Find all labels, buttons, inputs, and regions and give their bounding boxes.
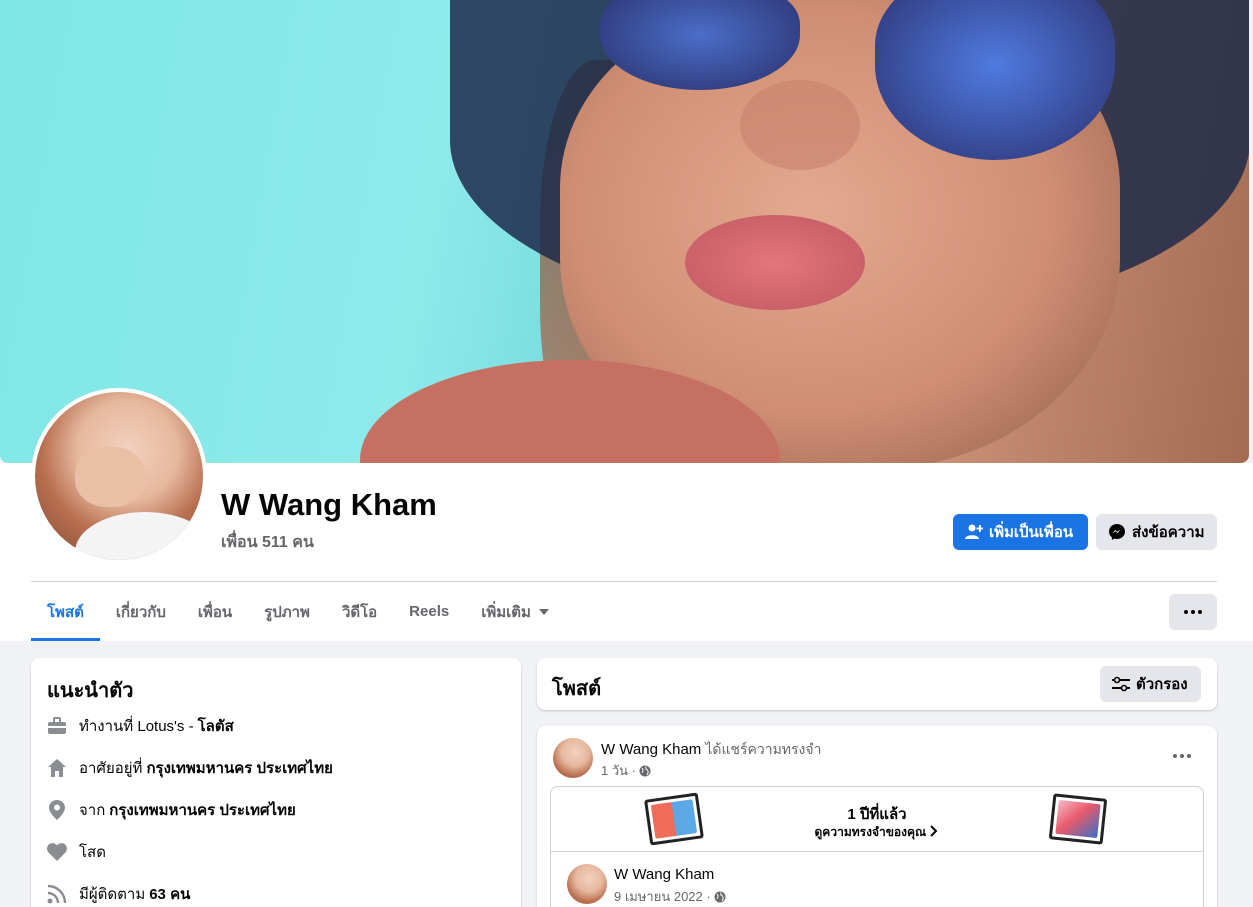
post-card: W Wang Kham ได้แชร์ความทรงจำ 1 วัน · 1 ปี… (537, 726, 1217, 907)
home-icon (47, 758, 67, 778)
tab-photos-label: รูปภาพ (264, 603, 310, 621)
tab-more[interactable]: เพิ่มเติม (465, 582, 565, 641)
tab-videos[interactable]: วิดีโอ (326, 582, 393, 641)
caret-down-icon (538, 608, 549, 615)
briefcase-icon (47, 716, 67, 736)
inner-post-meta: 9 เมษายน 2022 · (614, 886, 726, 907)
rss-followers-icon (47, 884, 67, 904)
intro-relationship: โสด (47, 840, 106, 864)
tab-reels-label: Reels (409, 603, 450, 620)
inner-post-avatar[interactable] (567, 864, 607, 904)
messenger-icon (1109, 524, 1125, 540)
message-button[interactable]: ส่งข้อความ (1096, 514, 1217, 550)
location-pin-icon (47, 800, 67, 820)
intro-work-link[interactable]: โลตัส (198, 714, 234, 738)
tab-posts[interactable]: โพสต์ (31, 582, 100, 641)
ellipsis-dot (1198, 610, 1202, 614)
message-label: ส่งข้อความ (1132, 524, 1205, 541)
tab-photos[interactable]: รูปภาพ (248, 582, 326, 641)
add-friend-icon (965, 524, 983, 539)
cover-photo[interactable] (0, 0, 1249, 463)
ellipsis-icon (1173, 754, 1177, 758)
post-action: ได้แชร์ความทรงจำ (705, 741, 822, 757)
ellipsis-dot (1191, 610, 1195, 614)
cover-nose (740, 80, 860, 170)
globe-icon (714, 891, 726, 902)
tab-more-label: เพิ่มเติม (481, 603, 531, 621)
filter-label: ตัวกรอง (1136, 676, 1188, 693)
intro-followers-text: มีผู้ติดตาม (79, 886, 146, 903)
tab-reels[interactable]: Reels (393, 582, 465, 641)
post-options-button[interactable] (1167, 744, 1197, 768)
intro-work-text: ทำงานที่ Lotus's - (79, 718, 194, 735)
intro-relationship-text: โสด (79, 844, 106, 861)
intro-from-link[interactable]: กรุงเทพมหานคร ประเทศไทย (109, 798, 295, 822)
profile-tabs: โพสต์ เกี่ยวกับ เพื่อน รูปภาพ วิดีโอ Ree… (31, 582, 565, 641)
memory-box: 1 ปีที่แล้ว ดูความทรงจำของคุณ W Wang Kha… (550, 786, 1204, 907)
more-options-button[interactable] (1169, 594, 1217, 630)
inner-post-author-name[interactable]: W Wang Kham (614, 866, 714, 883)
post-time[interactable]: 1 วัน · (601, 760, 636, 781)
avatar-shirt (75, 512, 203, 560)
intro-title: แนะนำตัว (47, 680, 134, 702)
heart-icon (47, 842, 67, 862)
ellipsis-dot (1180, 754, 1184, 758)
intro-lives: อาศัยอยู่ที่ กรุงเทพมหานคร ประเทศไทย (47, 756, 333, 780)
filter-sliders-icon (1112, 676, 1130, 692)
tab-videos-label: วิดีโอ (341, 603, 378, 621)
posts-header-card: โพสต์ ตัวกรอง (537, 658, 1217, 710)
tab-friends-label: เพื่อน (197, 603, 233, 621)
memory-link-label: ดูความทรงจำของคุณ (814, 825, 927, 839)
intro-followers: มีผู้ติดตาม 63 คน (47, 882, 190, 906)
tab-about[interactable]: เกี่ยวกับ (100, 582, 182, 641)
add-friend-label: เพิ่มเป็นเพื่อน (989, 524, 1074, 541)
inner-post-date[interactable]: 9 เมษายน 2022 · (614, 886, 711, 907)
tab-friends[interactable]: เพื่อน (182, 582, 248, 641)
intro-lives-text: อาศัยอยู่ที่ (79, 760, 143, 777)
avatar-hand (75, 447, 145, 507)
intro-lives-link[interactable]: กรุงเทพมหานคร ประเทศไทย (146, 756, 332, 780)
add-friend-button[interactable]: เพิ่มเป็นเพื่อน (953, 514, 1088, 550)
friends-count[interactable]: เพื่อน 511 คน (221, 530, 314, 555)
ellipsis-dot (1187, 754, 1191, 758)
chevron-right-icon (930, 825, 938, 837)
intro-followers-link[interactable]: 63 คน (149, 882, 190, 906)
inner-post-author: W Wang Kham (614, 866, 714, 883)
intro-card: แนะนำตัว ทำงานที่ Lotus's - โลตัส อาศัยอย… (31, 658, 521, 907)
cover-lips (685, 215, 865, 310)
post-header-line: W Wang Kham ได้แชร์ความทรงจำ (601, 739, 821, 761)
profile-avatar[interactable] (31, 388, 207, 564)
post-author-name[interactable]: W Wang Kham (601, 741, 701, 758)
intro-from-text: จาก (79, 802, 106, 819)
filter-button[interactable]: ตัวกรอง (1100, 666, 1201, 702)
globe-icon (639, 765, 651, 776)
ellipsis-icon (1184, 610, 1188, 614)
post-meta: 1 วัน · (601, 760, 651, 781)
tab-about-label: เกี่ยวกับ (115, 603, 166, 621)
post-author-avatar[interactable] (553, 738, 593, 778)
memory-link[interactable]: ดูความทรงจำของคุณ (551, 823, 1203, 842)
memory-banner[interactable]: 1 ปีที่แล้ว ดูความทรงจำของคุณ (551, 787, 1203, 852)
tab-posts-label: โพสต์ (47, 603, 84, 621)
intro-from: จาก กรุงเทพมหานคร ประเทศไทย (47, 798, 296, 822)
posts-title: โพสต์ (552, 678, 602, 700)
intro-work: ทำงานที่ Lotus's - โลตัส (47, 714, 234, 738)
profile-name: W Wang Kham (221, 487, 437, 522)
